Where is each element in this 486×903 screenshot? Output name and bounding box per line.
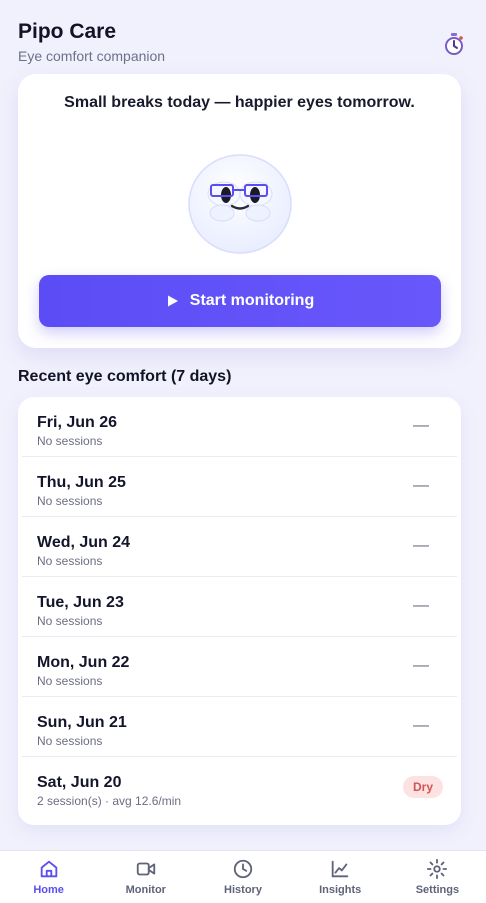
video-camera-icon <box>136 862 155 876</box>
app-header: Pipo Care Eye comfort companion <box>18 20 468 64</box>
mascot-illustration <box>182 154 298 258</box>
stopwatch-button[interactable] <box>440 30 468 58</box>
history-summary: 2 session(s) · avg 12.6/min <box>37 794 182 808</box>
history-row-tue-jun-23[interactable]: Tue, Jun 23 No sessions — <box>22 577 457 637</box>
app-subtitle: Eye comfort companion <box>18 48 166 64</box>
history-status: — <box>413 417 429 434</box>
history-date: Fri, Jun 26 <box>37 414 118 431</box>
home-icon <box>40 860 57 878</box>
history-status: — <box>413 537 429 554</box>
play-icon <box>167 295 178 307</box>
hero-tagline: Small breaks today — happier eyes tomorr… <box>64 94 415 111</box>
nav-home-label: Home <box>33 884 64 896</box>
hero-card: Small breaks today — happier eyes tomorr… <box>18 74 461 348</box>
start-monitoring-label: Start monitoring <box>189 292 315 309</box>
dry-status-badge: Dry <box>402 776 443 798</box>
history-status: — <box>413 657 429 674</box>
nav-monitor-label: Monitor <box>125 884 166 896</box>
history-summary: No sessions <box>37 734 103 748</box>
nav-home[interactable]: Home <box>0 851 97 903</box>
history-row-mon-jun-22[interactable]: Mon, Jun 22 No sessions — <box>22 637 457 697</box>
nav-settings[interactable]: Settings <box>389 851 486 903</box>
history-row-sat-jun-20[interactable]: Sat, Jun 20 2 session(s) · avg 12.6/min … <box>22 757 457 817</box>
history-status: — <box>413 717 429 734</box>
history-row-thu-jun-25[interactable]: Thu, Jun 25 No sessions — <box>22 457 457 517</box>
nav-insights[interactable]: Insights <box>292 851 389 903</box>
line-chart-icon <box>331 860 349 878</box>
nav-insights-label: Insights <box>319 884 362 896</box>
bottom-navigation: Home Monitor History Insights Settings <box>0 850 486 903</box>
nav-settings-label: Settings <box>415 884 460 896</box>
start-monitoring-button[interactable]: Start monitoring <box>39 275 441 327</box>
history-row-fri-jun-26[interactable]: Fri, Jun 26 No sessions — <box>22 397 457 457</box>
app-title: Pipo Care <box>18 20 117 43</box>
stopwatch-icon <box>445 33 463 55</box>
history-summary: No sessions <box>37 614 103 628</box>
recent-eye-comfort-title: Recent eye comfort (7 days) <box>18 368 232 385</box>
recent-eye-comfort-list: Fri, Jun 26 No sessions — Thu, Jun 25 No… <box>18 397 461 825</box>
history-date: Sun, Jun 21 <box>37 714 127 731</box>
history-date: Wed, Jun 24 <box>37 534 131 551</box>
history-summary: No sessions <box>37 674 103 688</box>
clock-icon <box>233 859 253 879</box>
history-summary: No sessions <box>37 554 103 568</box>
history-date: Mon, Jun 22 <box>37 654 130 671</box>
nav-monitor[interactable]: Monitor <box>97 851 194 903</box>
history-summary: No sessions <box>37 494 103 508</box>
nav-history[interactable]: History <box>194 851 291 903</box>
history-status: — <box>413 597 429 614</box>
history-date: Sat, Jun 20 <box>37 774 122 791</box>
history-date: Tue, Jun 23 <box>37 594 124 611</box>
history-date: Thu, Jun 25 <box>37 474 126 491</box>
history-row-wed-jun-24[interactable]: Wed, Jun 24 No sessions — <box>22 517 457 577</box>
nav-history-label: History <box>224 884 262 896</box>
gear-icon <box>427 858 448 880</box>
history-summary: No sessions <box>37 434 103 448</box>
history-status: — <box>413 477 429 494</box>
history-row-sun-jun-21[interactable]: Sun, Jun 21 No sessions — <box>22 697 457 757</box>
